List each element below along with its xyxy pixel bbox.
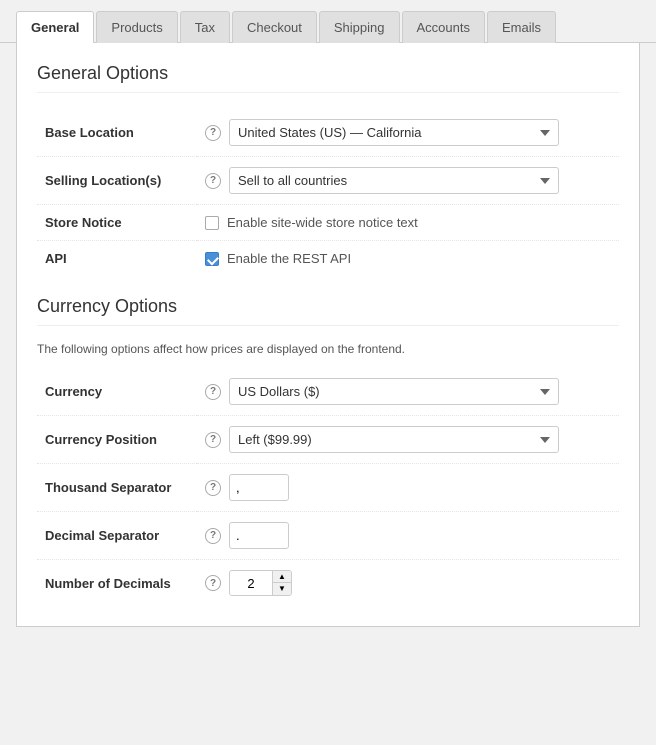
currency-position-cell: ? Left ($99.99) Right (99.99$) Left with…: [197, 416, 619, 464]
table-row: Store Notice Enable site-wide store noti…: [37, 205, 619, 241]
currency-cell: ? US Dollars ($) Euros (€) British Pound…: [197, 368, 619, 416]
decimal-separator-help-icon[interactable]: ?: [205, 528, 221, 544]
general-options-title: General Options: [37, 63, 619, 93]
thousand-separator-field-row: ?: [205, 474, 611, 501]
number-of-decimals-spinner: ▲ ▼: [229, 570, 292, 596]
selling-locations-cell: ? Sell to all countries Sell to specific…: [197, 157, 619, 205]
selling-locations-select[interactable]: Sell to all countries Sell to specific c…: [229, 167, 559, 194]
tab-products[interactable]: Products: [96, 11, 177, 43]
tab-general[interactable]: General: [16, 11, 94, 43]
selling-locations-field-row: ? Sell to all countries Sell to specific…: [205, 167, 611, 194]
table-row: Currency Position ? Left ($99.99) Right …: [37, 416, 619, 464]
tab-tax[interactable]: Tax: [180, 11, 230, 43]
base-location-field-row: ? United States (US) — California United…: [205, 119, 611, 146]
decimal-separator-input[interactable]: [229, 522, 289, 549]
thousand-separator-input[interactable]: [229, 474, 289, 501]
selling-locations-label: Selling Location(s): [37, 157, 197, 205]
api-checkbox-row: Enable the REST API: [205, 251, 611, 266]
store-notice-checkbox-row: Enable site-wide store notice text: [205, 215, 611, 230]
currency-field-row: ? US Dollars ($) Euros (€) British Pound…: [205, 378, 611, 405]
thousand-separator-cell: ?: [197, 464, 619, 512]
decimal-separator-label: Decimal Separator: [37, 512, 197, 560]
table-row: Decimal Separator ?: [37, 512, 619, 560]
store-notice-checkbox-label: Enable site-wide store notice text: [227, 215, 418, 230]
spinner-buttons: ▲ ▼: [272, 571, 291, 595]
tab-checkout[interactable]: Checkout: [232, 11, 317, 43]
tabs-bar: General Products Tax Checkout Shipping A…: [0, 0, 656, 43]
store-notice-checkbox[interactable]: [205, 216, 219, 230]
thousand-separator-help-icon[interactable]: ?: [205, 480, 221, 496]
currency-position-field-row: ? Left ($99.99) Right (99.99$) Left with…: [205, 426, 611, 453]
decimal-separator-field-row: ?: [205, 522, 611, 549]
currency-select[interactable]: US Dollars ($) Euros (€) British Pounds …: [229, 378, 559, 405]
table-row: Number of Decimals ? ▲ ▼: [37, 560, 619, 607]
number-of-decimals-input[interactable]: [230, 572, 272, 595]
table-row: Base Location ? United States (US) — Cal…: [37, 109, 619, 157]
table-row: Thousand Separator ?: [37, 464, 619, 512]
currency-position-select[interactable]: Left ($99.99) Right (99.99$) Left with s…: [229, 426, 559, 453]
store-notice-label: Store Notice: [37, 205, 197, 241]
decimal-separator-cell: ?: [197, 512, 619, 560]
currency-options-table: Currency ? US Dollars ($) Euros (€) Brit…: [37, 368, 619, 606]
base-location-select[interactable]: United States (US) — California United S…: [229, 119, 559, 146]
number-of-decimals-label: Number of Decimals: [37, 560, 197, 607]
currency-options-title: Currency Options: [37, 296, 619, 326]
currency-label: Currency: [37, 368, 197, 416]
selling-locations-help-icon[interactable]: ?: [205, 173, 221, 189]
spinner-up-button[interactable]: ▲: [273, 571, 291, 583]
spinner-down-button[interactable]: ▼: [273, 583, 291, 595]
currency-position-label: Currency Position: [37, 416, 197, 464]
content-area: General Options Base Location ? United S…: [16, 43, 640, 627]
api-checkbox-label: Enable the REST API: [227, 251, 351, 266]
base-location-label: Base Location: [37, 109, 197, 157]
base-location-help-icon[interactable]: ?: [205, 125, 221, 141]
currency-help-icon[interactable]: ?: [205, 384, 221, 400]
table-row: Selling Location(s) ? Sell to all countr…: [37, 157, 619, 205]
tab-emails[interactable]: Emails: [487, 11, 556, 43]
table-row: API Enable the REST API: [37, 241, 619, 277]
currency-options-description: The following options affect how prices …: [37, 342, 619, 356]
api-checkbox[interactable]: [205, 252, 219, 266]
currency-position-help-icon[interactable]: ?: [205, 432, 221, 448]
thousand-separator-label: Thousand Separator: [37, 464, 197, 512]
number-of-decimals-help-icon[interactable]: ?: [205, 575, 221, 591]
number-of-decimals-field-row: ? ▲ ▼: [205, 570, 611, 596]
api-cell: Enable the REST API: [197, 241, 619, 277]
page-wrapper: General Products Tax Checkout Shipping A…: [0, 0, 656, 745]
api-label: API: [37, 241, 197, 277]
store-notice-cell: Enable site-wide store notice text: [197, 205, 619, 241]
table-row: Currency ? US Dollars ($) Euros (€) Brit…: [37, 368, 619, 416]
tab-shipping[interactable]: Shipping: [319, 11, 400, 43]
tab-accounts[interactable]: Accounts: [402, 11, 485, 43]
general-options-table: Base Location ? United States (US) — Cal…: [37, 109, 619, 276]
base-location-cell: ? United States (US) — California United…: [197, 109, 619, 157]
number-of-decimals-cell: ? ▲ ▼: [197, 560, 619, 607]
